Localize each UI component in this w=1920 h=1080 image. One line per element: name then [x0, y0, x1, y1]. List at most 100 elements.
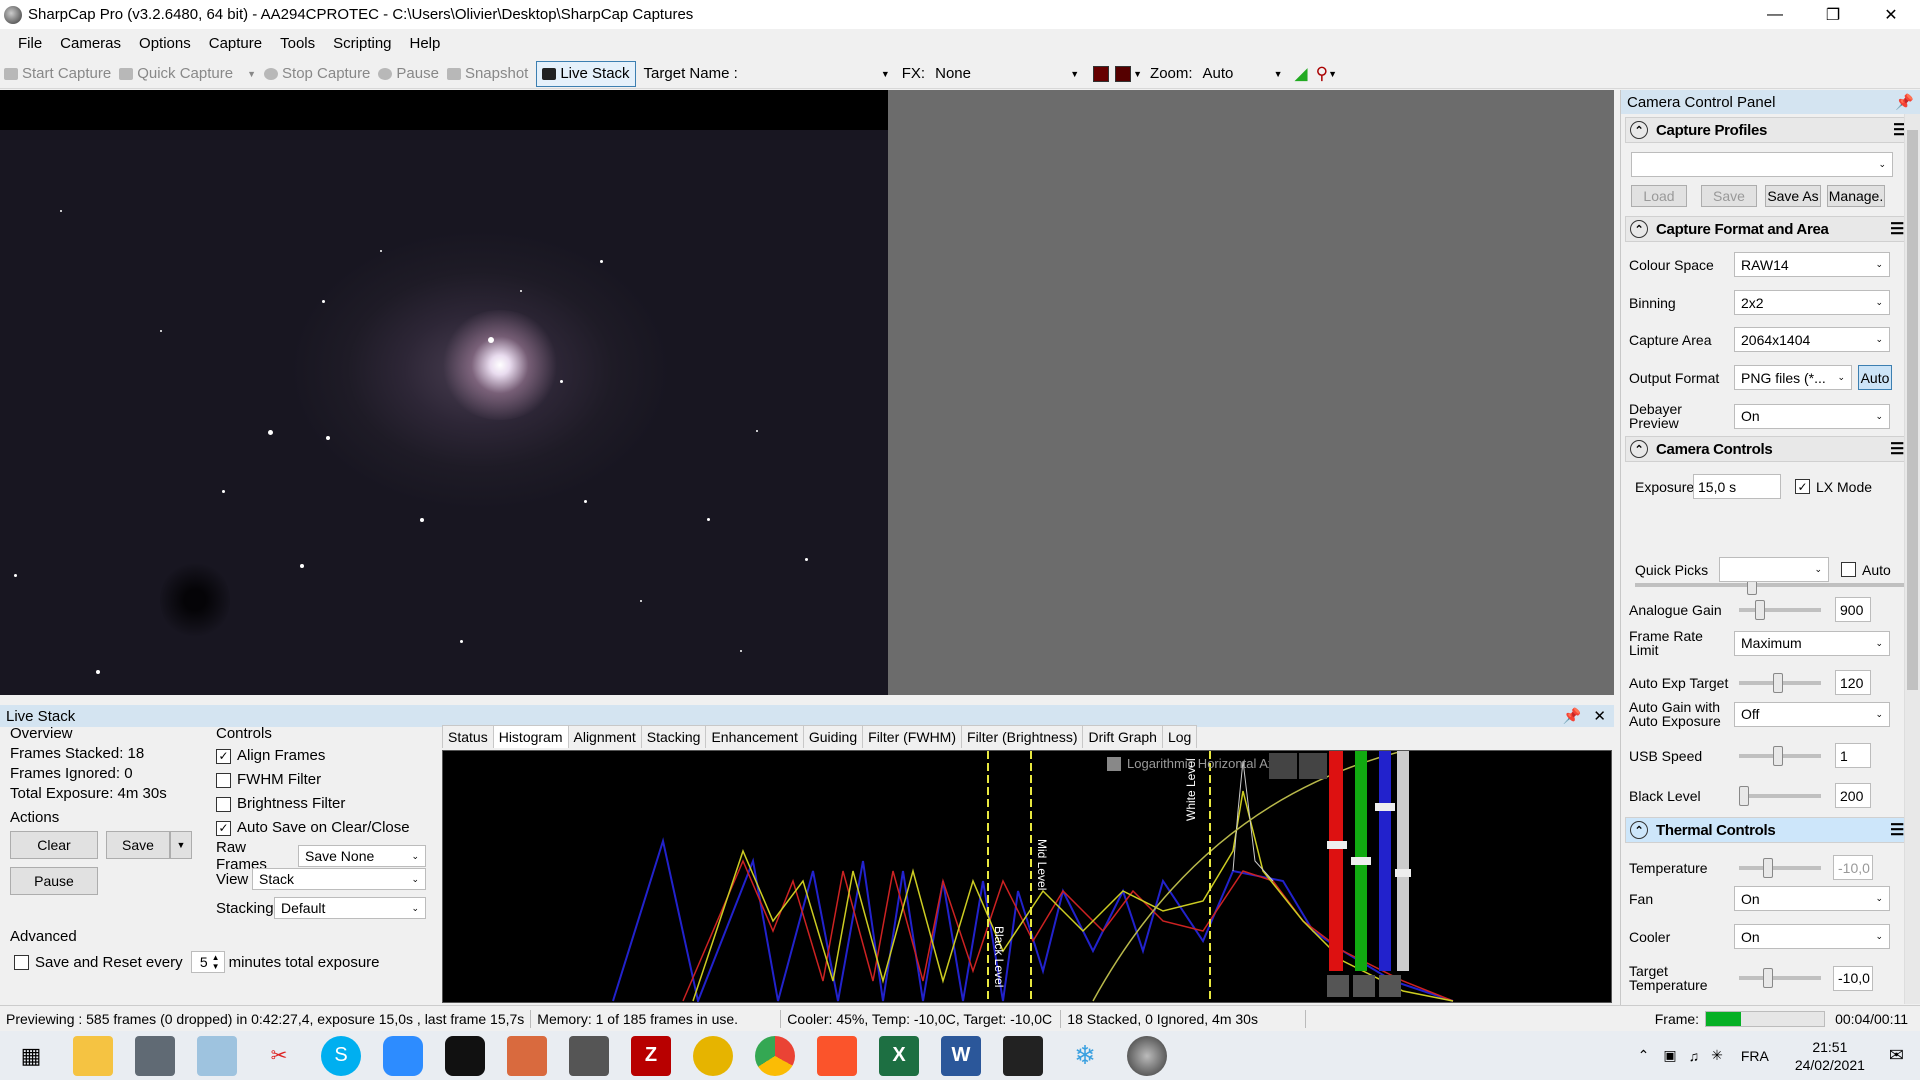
- chrome-icon[interactable]: [755, 1035, 795, 1076]
- slider-thumb[interactable]: [1351, 857, 1371, 865]
- tab-status[interactable]: Status: [442, 725, 494, 748]
- word-icon[interactable]: W: [941, 1035, 981, 1076]
- hamburger-menu-icon[interactable]: ☰: [1890, 439, 1904, 459]
- lx-mode-checkbox[interactable]: ✓: [1795, 479, 1810, 494]
- target-temperature-slider[interactable]: [1739, 968, 1821, 988]
- zoom-magnifier-icon[interactable]: ⚲: [1316, 64, 1328, 84]
- fan-combo[interactable]: On ⌄: [1734, 886, 1890, 911]
- slider-thumb[interactable]: [1395, 869, 1411, 877]
- close-icon[interactable]: ✕: [1593, 708, 1606, 725]
- analogue-gain-slider[interactable]: [1739, 599, 1821, 620]
- snipping-tool-icon[interactable]: ✂: [259, 1036, 299, 1076]
- capture-profiles-section[interactable]: ⌃ Capture Profiles ☰: [1625, 117, 1914, 143]
- menu-options[interactable]: Options: [139, 35, 191, 52]
- quicktime-icon[interactable]: [445, 1035, 485, 1076]
- chevron-down-icon[interactable]: ▼: [1328, 69, 1337, 79]
- chevron-down-icon[interactable]: ▼: [247, 69, 256, 79]
- exposure-input[interactable]: 15,0 s: [1693, 474, 1781, 499]
- usb-speed-input[interactable]: 1: [1835, 743, 1871, 768]
- start-capture-button[interactable]: Start Capture: [4, 65, 111, 82]
- binning-combo[interactable]: 2x2 ⌄: [1734, 290, 1890, 315]
- red-reticle-icon[interactable]: [1093, 65, 1110, 82]
- camera-controls-section[interactable]: ⌃ Camera Controls ☰: [1625, 436, 1911, 462]
- brave-icon[interactable]: [817, 1035, 857, 1076]
- pin-icon[interactable]: 📌: [1895, 93, 1914, 111]
- tab-filter-brightness[interactable]: Filter (Brightness): [961, 725, 1084, 748]
- skype-icon[interactable]: S: [321, 1035, 361, 1076]
- brightness-filter-checkbox[interactable]: [216, 796, 231, 812]
- slider-thumb[interactable]: [1773, 672, 1783, 693]
- profile-save-button[interactable]: Save: [1701, 185, 1757, 207]
- tab-log[interactable]: Log: [1161, 725, 1198, 748]
- tab-filter-fwhm[interactable]: Filter (FWHM): [862, 725, 963, 748]
- log-axis-checkbox[interactable]: [1107, 757, 1121, 771]
- auto-stretch-icon[interactable]: [1269, 753, 1297, 779]
- clock[interactable]: 21:51 24/02/2021: [1795, 1038, 1865, 1074]
- spinner-arrows-icon[interactable]: ▲ ▼: [212, 953, 220, 971]
- snapshot-button[interactable]: Snapshot: [446, 65, 528, 82]
- hamburger-menu-icon[interactable]: ☰: [1890, 219, 1904, 239]
- thermal-controls-section[interactable]: ⌃ Thermal Controls ☰: [1625, 817, 1911, 843]
- capture-format-section[interactable]: ⌃ Capture Format and Area ☰: [1625, 216, 1911, 242]
- restore-button[interactable]: ❐: [1804, 0, 1862, 29]
- slider-thumb[interactable]: [1327, 841, 1347, 849]
- profile-load-button[interactable]: Load: [1631, 185, 1687, 207]
- pause-stack-button[interactable]: Pause: [10, 867, 98, 895]
- frame-rate-limit-combo[interactable]: Maximum ⌄: [1734, 630, 1890, 656]
- align-frames-checkbox[interactable]: ✓: [216, 748, 231, 764]
- menu-file[interactable]: File: [18, 35, 42, 52]
- notification-icon[interactable]: ✉: [1889, 1045, 1904, 1066]
- excel-icon[interactable]: X: [879, 1035, 919, 1076]
- tab-alignment[interactable]: Alignment: [567, 725, 642, 748]
- sparkle-icon[interactable]: [1353, 975, 1375, 997]
- slider-thumb[interactable]: [1755, 599, 1765, 620]
- menu-tools[interactable]: Tools: [280, 35, 315, 52]
- colour-space-combo[interactable]: RAW14 ⌄: [1734, 252, 1890, 277]
- lightning-icon[interactable]: [1327, 975, 1349, 997]
- slider-thumb[interactable]: [1773, 745, 1783, 766]
- minimize-button[interactable]: —: [1746, 0, 1804, 29]
- auto-exp-target-input[interactable]: 120: [1835, 670, 1871, 695]
- histogram-icon[interactable]: ◢: [1295, 64, 1308, 84]
- collapse-icon[interactable]: ⌃: [1630, 121, 1648, 139]
- view-combo[interactable]: Stack ⌄: [252, 868, 426, 890]
- tab-stacking[interactable]: Stacking: [640, 725, 707, 748]
- file-explorer-icon[interactable]: [73, 1035, 113, 1076]
- debayer-preview-combo[interactable]: On ⌄: [1734, 403, 1890, 429]
- profile-save-as-button[interactable]: Save As: [1765, 185, 1821, 207]
- fwhm-filter-checkbox[interactable]: [216, 772, 231, 788]
- usb-speed-slider[interactable]: [1739, 745, 1821, 766]
- blue-slider-track[interactable]: [1379, 751, 1391, 971]
- save-dropdown-button[interactable]: ▼: [170, 831, 192, 859]
- histogram-plot[interactable]: Black Level Mid Level White Level Logari…: [443, 750, 1611, 1005]
- analogue-gain-input[interactable]: 900: [1835, 597, 1871, 622]
- pause-button[interactable]: Pause: [378, 65, 439, 82]
- slider-thumb[interactable]: [1375, 803, 1395, 811]
- snowflake-app-icon[interactable]: ❄: [1065, 1036, 1105, 1076]
- network-icon[interactable]: ▣: [1663, 1047, 1676, 1064]
- output-format-combo[interactable]: PNG files (*... ⌄: [1734, 365, 1852, 390]
- scrollbar-thumb[interactable]: [1907, 130, 1918, 690]
- target-name-combo[interactable]: ▼: [744, 69, 894, 79]
- clear-button[interactable]: Clear: [10, 831, 98, 859]
- capture-area-combo[interactable]: 2064x1404 ⌄: [1734, 327, 1890, 352]
- pen-tool-icon[interactable]: [197, 1035, 237, 1076]
- quick-capture-button[interactable]: Quick Capture ▼: [119, 65, 256, 82]
- tab-histogram[interactable]: Histogram: [492, 725, 569, 748]
- save-reset-checkbox[interactable]: [14, 954, 29, 970]
- chevron-up-icon[interactable]: ⌃: [1638, 1047, 1650, 1064]
- bluetooth-icon[interactable]: ✳: [1711, 1047, 1723, 1064]
- stacking-combo[interactable]: Default ⌄: [274, 897, 426, 919]
- speaker-icon[interactable]: ♫: [1689, 1048, 1700, 1064]
- collapse-icon[interactable]: ⌃: [1630, 821, 1648, 839]
- menu-help[interactable]: Help: [410, 35, 441, 52]
- fx-combo[interactable]: None ▼: [931, 65, 1083, 82]
- cpwi-icon[interactable]: [1003, 1035, 1043, 1076]
- calculator-icon[interactable]: [135, 1035, 175, 1076]
- histogram-display[interactable]: Black Level Mid Level White Level Logari…: [442, 750, 1612, 1005]
- menu-scripting[interactable]: Scripting: [333, 35, 391, 52]
- language-indicator[interactable]: FRA: [1741, 1048, 1769, 1064]
- filezilla-icon[interactable]: Z: [631, 1035, 671, 1076]
- quick-picks-combo[interactable]: ⌄: [1719, 557, 1829, 582]
- close-button[interactable]: ✕: [1862, 0, 1920, 29]
